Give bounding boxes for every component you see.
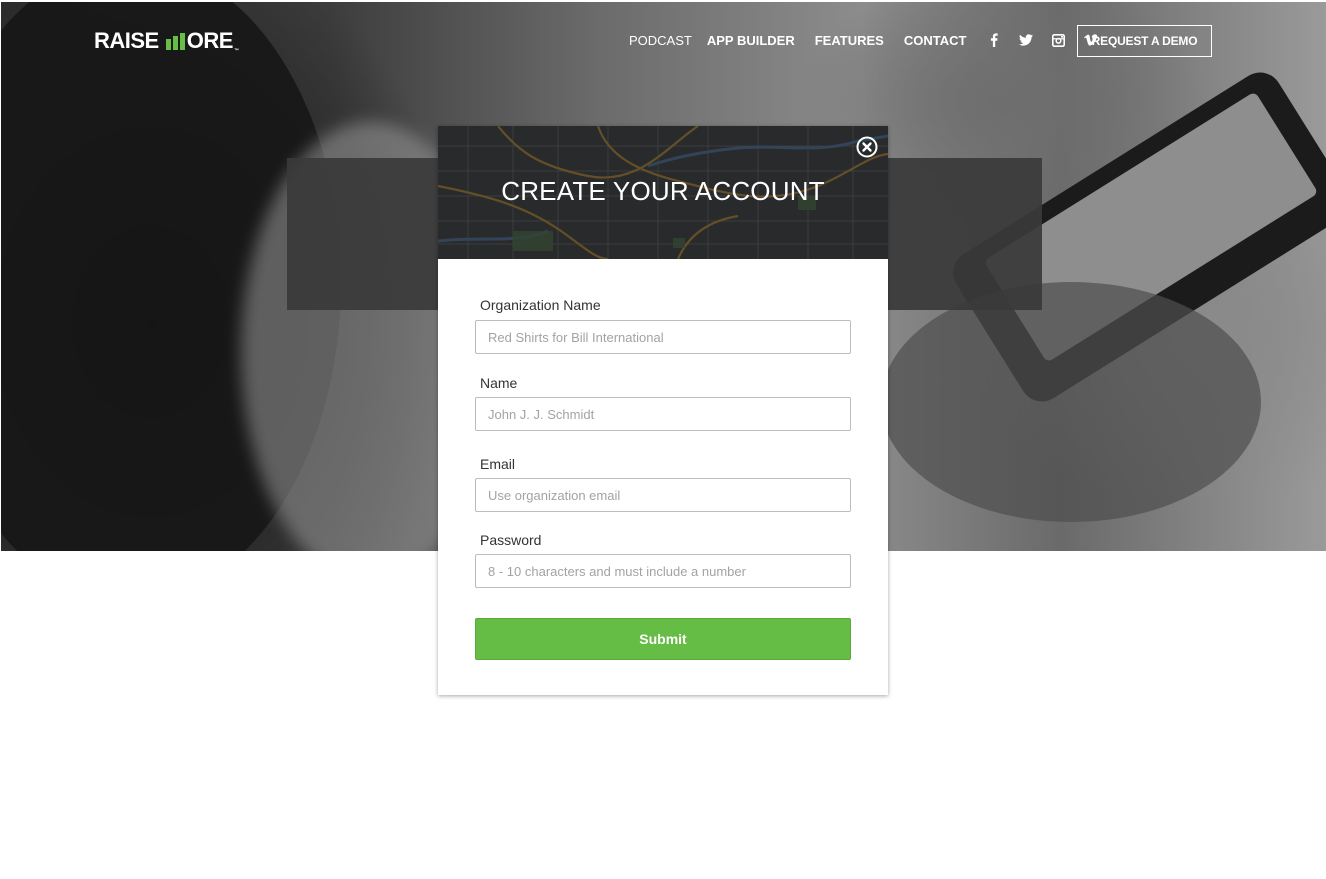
request-demo-button[interactable]: REQUEST A DEMO <box>1077 25 1212 57</box>
twitter-icon[interactable] <box>1018 32 1034 48</box>
close-icon[interactable] <box>856 136 878 158</box>
main-nav: PODCAST APP BUILDER FEATURES CONTACT <box>629 32 1114 48</box>
name-label: Name <box>480 375 518 391</box>
organization-name-input[interactable] <box>475 320 851 354</box>
logo-trademark: ™ <box>233 48 239 54</box>
facebook-icon[interactable] <box>986 32 1002 48</box>
organization-name-label: Organization Name <box>480 297 601 313</box>
create-account-modal: CREATE YOUR ACCOUNT Organization Name Na… <box>438 126 888 695</box>
brand-logo[interactable]: RAISE ORE ™ <box>94 28 239 54</box>
logo-bars-icon <box>165 32 185 50</box>
password-label: Password <box>480 532 542 548</box>
nav-item-podcast[interactable]: PODCAST <box>629 33 692 48</box>
modal-header: CREATE YOUR ACCOUNT <box>438 126 888 259</box>
nav-item-features[interactable]: FEATURES <box>815 33 884 48</box>
submit-button[interactable]: Submit <box>475 618 851 660</box>
email-input[interactable] <box>475 478 851 512</box>
modal-title: CREATE YOUR ACCOUNT <box>501 176 825 206</box>
hero-image-hand <box>881 282 1261 522</box>
password-input[interactable] <box>475 554 851 588</box>
logo-text-left: RAISE <box>94 28 159 53</box>
nav-item-app-builder[interactable]: APP BUILDER <box>707 33 795 48</box>
nav-item-contact[interactable]: CONTACT <box>904 33 967 48</box>
name-input[interactable] <box>475 397 851 431</box>
page: RAISE ORE ™ PODCAST APP BUILDER FEATURES… <box>0 0 1326 879</box>
logo-text-right: ORE <box>186 28 234 53</box>
instagram-icon[interactable] <box>1050 32 1066 48</box>
email-label: Email <box>480 456 516 472</box>
